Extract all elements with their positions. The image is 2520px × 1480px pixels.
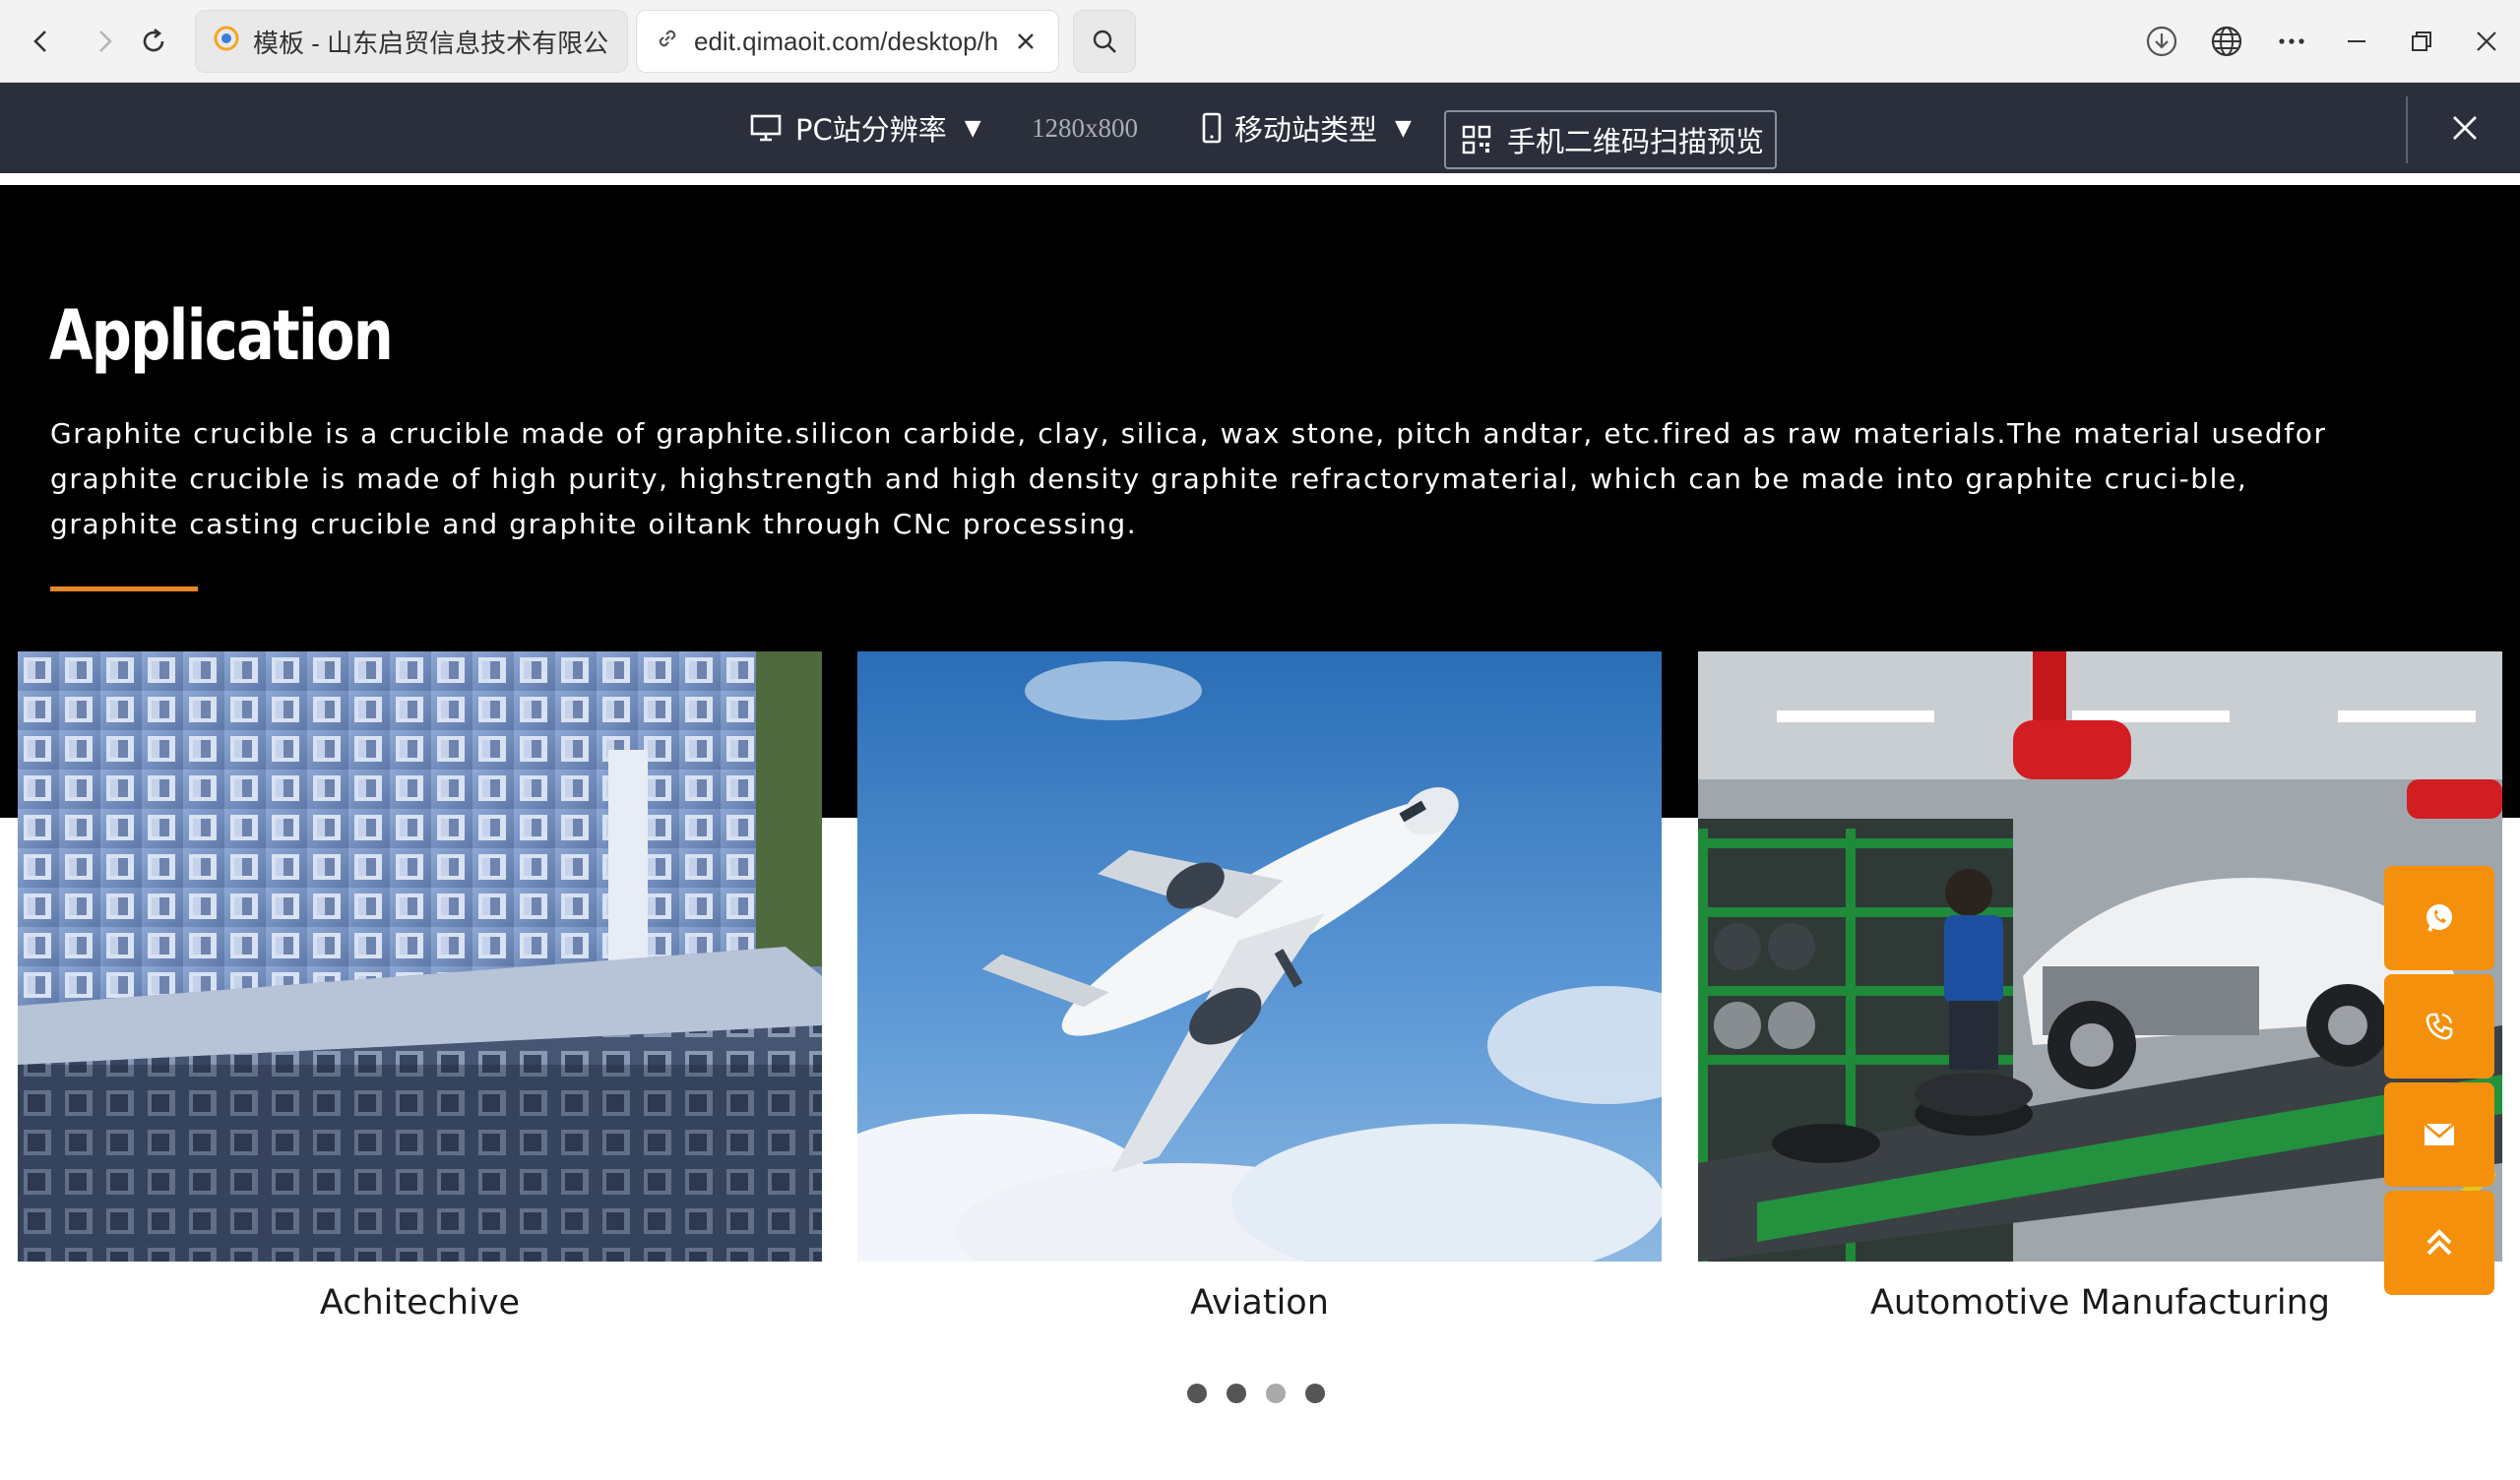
pc-resolution-label: PC站分辨率 <box>795 113 947 147</box>
search-icon[interactable] <box>1073 10 1136 73</box>
link-icon <box>655 26 680 58</box>
card-label: Aviation <box>1190 1283 1329 1323</box>
site-favicon-icon <box>214 26 239 58</box>
phone-icon <box>2422 1009 2457 1044</box>
qr-preview-label: 手机二维码扫描预览 <box>1507 125 1765 158</box>
card-label: Achitechive <box>319 1283 521 1323</box>
whatsapp-icon <box>2422 900 2457 936</box>
whatsapp-button[interactable] <box>2384 866 2494 970</box>
phone-button[interactable] <box>2384 974 2494 1079</box>
editor-close-icon[interactable] <box>2441 104 2488 152</box>
carousel-dot[interactable] <box>1305 1384 1325 1403</box>
restore-icon[interactable] <box>2400 20 2443 63</box>
caret-down-icon: ▼ <box>1395 115 1412 141</box>
mail-icon <box>2422 1120 2457 1149</box>
more-icon[interactable] <box>2270 20 2313 63</box>
section-title: Application <box>49 295 394 376</box>
back-to-top-icon <box>2422 1225 2457 1261</box>
carousel-pagination <box>1187 1384 1325 1403</box>
application-card-automotive[interactable]: Automotive Manufacturing <box>1698 651 2502 1323</box>
reload-icon[interactable] <box>132 20 175 63</box>
qr-preview-button[interactable]: 手机二维码扫描预览 <box>1444 110 1777 169</box>
application-card-architecture[interactable]: Achitechive <box>18 651 822 1323</box>
resolution-value: 1280x800 <box>1032 112 1138 143</box>
browser-toolbar: 模板 - 山东启贸信息技术有限公司 edit.qimaoit.com/deskt… <box>0 0 2520 83</box>
application-card-aviation[interactable]: Aviation <box>857 651 1662 1323</box>
caret-down-icon: ▼ <box>964 115 981 141</box>
editor-toolbar: PC站分辨率 ▼ 1280x800 移动站类型 ▼ 手机二维码扫描预览 <box>0 83 2520 179</box>
card-label: Automotive Manufacturing <box>1869 1283 2331 1323</box>
architecture-image <box>18 651 822 1262</box>
toolbar-divider <box>2406 96 2408 163</box>
automotive-image <box>1698 651 2502 1262</box>
tab-editor[interactable]: edit.qimaoit.com/desktop/h <box>636 10 1059 73</box>
minimize-icon[interactable] <box>2335 20 2378 63</box>
back-icon[interactable] <box>20 20 63 63</box>
carousel-dot[interactable] <box>1227 1384 1246 1403</box>
carousel-dot[interactable] <box>1187 1384 1207 1403</box>
forward-icon[interactable] <box>83 20 126 63</box>
globe-icon[interactable] <box>2205 20 2248 63</box>
qr-code-icon <box>1462 125 1491 154</box>
mobile-icon <box>1201 112 1223 144</box>
tab-template[interactable]: 模板 - 山东启贸信息技术有限公司 <box>195 10 628 73</box>
back-to-top-button[interactable] <box>2384 1191 2494 1295</box>
monitor-icon <box>750 114 782 142</box>
email-button[interactable] <box>2384 1082 2494 1187</box>
title-accent-line <box>50 586 198 591</box>
mobile-type-dropdown[interactable]: 移动站类型 ▼ <box>1201 83 1412 173</box>
close-icon[interactable] <box>2465 20 2508 63</box>
tab-close-icon[interactable] <box>1011 27 1040 56</box>
section-description: Graphite crucible is a crucible made of … <box>50 417 2327 540</box>
aviation-image <box>857 651 1662 1262</box>
mobile-type-label: 移动站类型 <box>1234 113 1378 147</box>
tab-title: edit.qimaoit.com/desktop/h <box>694 26 999 56</box>
tab-title: 模板 - 山东启贸信息技术有限公司 <box>253 28 609 58</box>
carousel-dot-active[interactable] <box>1266 1384 1286 1403</box>
pc-resolution-dropdown[interactable]: PC站分辨率 ▼ <box>750 83 981 173</box>
download-icon[interactable] <box>2140 20 2183 63</box>
